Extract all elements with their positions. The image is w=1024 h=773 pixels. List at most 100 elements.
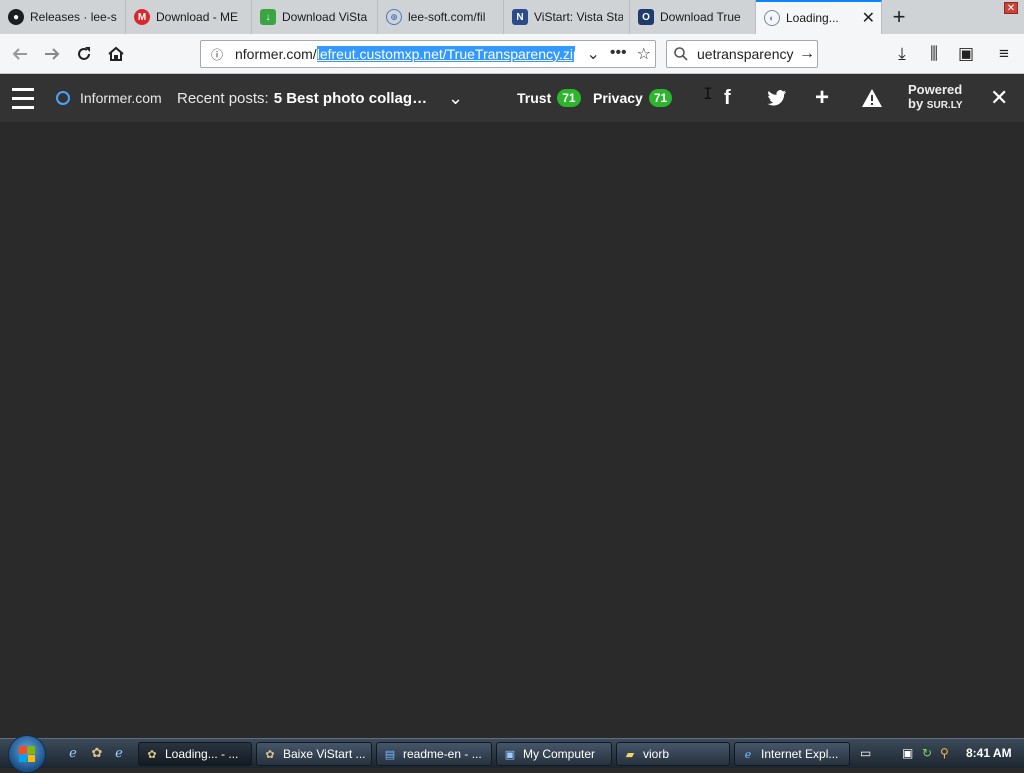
search-tray-icon[interactable]: ⚲ <box>940 746 949 760</box>
search-input[interactable]: uetransparency <box>697 46 797 62</box>
back-arrow-icon <box>12 48 27 60</box>
reload-button[interactable] <box>70 40 98 68</box>
tab-download-vistart[interactable]: ↓ Download ViSta <box>252 0 378 34</box>
warning-icon <box>862 89 882 107</box>
firefox-quicklaunch-icon[interactable]: ✿ <box>88 745 106 763</box>
network-tray-icon[interactable]: ▣ <box>902 746 913 760</box>
start-button[interactable] <box>8 735 46 773</box>
tab-loading[interactable]: ◐ Loading... ✕ <box>756 0 882 34</box>
facebook-share-button[interactable]: f <box>724 74 731 122</box>
taskbar-item-loading[interactable]: ✿ Loading... - ... <box>138 742 252 766</box>
privacy-score[interactable]: Privacy 71 <box>593 74 673 122</box>
taskbar-item-label: viorb <box>643 747 670 761</box>
taskbar-item-my-computer[interactable]: ▣ My Computer <box>496 742 612 766</box>
chevron-down-icon[interactable]: ⌄ <box>586 44 599 64</box>
downloads-button[interactable]: ⤓ <box>888 40 916 68</box>
search-bar[interactable]: uetransparency → <box>666 40 818 68</box>
taskbar-item-internet-explorer[interactable]: ℯ Internet Expl... <box>734 742 850 766</box>
url-selected: lefreut.customxp.net/TrueTransparency.zi… <box>316 46 575 62</box>
tab-download-true[interactable]: O Download True <box>630 0 756 34</box>
facebook-icon: f <box>724 86 731 109</box>
informer-site-link[interactable]: Informer.com <box>56 74 162 122</box>
close-tab-icon[interactable]: ✕ <box>862 8 875 28</box>
taskbar-item-baixe[interactable]: ✿ Baixe ViStart ... <box>256 742 372 766</box>
recent-posts-label: Recent posts: <box>177 89 269 107</box>
home-icon <box>108 46 124 61</box>
computer-icon: ▣ <box>504 748 516 761</box>
chevron-down-icon: ⌄ <box>448 87 464 108</box>
search-icon <box>674 47 688 61</box>
twitter-icon <box>767 90 786 106</box>
github-icon: ● <box>8 9 24 25</box>
sidebar-icon: ▣ <box>957 44 975 63</box>
window-close-icon[interactable]: ✕ <box>1004 2 1018 14</box>
taskbar-item-label: Loading... - ... <box>165 747 239 761</box>
powered-by-surly[interactable]: Powered by SUR.LY <box>908 74 963 122</box>
tab-label: Loading... <box>786 11 839 25</box>
globe-icon: ⊕ <box>386 9 402 25</box>
twitter-share-button[interactable] <box>767 74 787 122</box>
keyboard-tray-icon[interactable]: ▭ <box>860 746 871 760</box>
mega-icon: M <box>134 9 150 25</box>
taskbar-item-readme[interactable]: ▤ readme-en - ... <box>376 742 492 766</box>
back-button[interactable] <box>6 40 34 68</box>
taskbar-item-viorb[interactable]: ▰ viorb <box>616 742 730 766</box>
taskbar-item-label: Baixe ViStart ... <box>283 747 366 761</box>
ie-quicklaunch-icon[interactable]: ℯ <box>64 745 82 763</box>
url-bar-actions: ⌄ ••• ☆ <box>586 44 651 64</box>
clock[interactable]: 8:41 AM <box>966 746 1012 760</box>
forward-button[interactable] <box>38 40 66 68</box>
powered-label: Powered <box>908 82 963 97</box>
informer-icon: O <box>638 9 654 25</box>
more-actions-icon[interactable]: ••• <box>610 44 627 64</box>
trust-label: Trust <box>517 90 552 106</box>
close-informer-button[interactable]: ✕ <box>990 74 1008 122</box>
trust-badge: 71 <box>557 89 581 107</box>
recent-posts-dropdown[interactable]: ⌄ <box>448 74 463 122</box>
update-tray-icon[interactable]: ↻ <box>922 746 932 760</box>
taskbar-item-label: Internet Expl... <box>761 747 839 761</box>
recent-posts[interactable]: Recent posts: 5 Best photo collag… <box>177 74 427 122</box>
bookmark-star-icon[interactable]: ☆ <box>637 44 651 64</box>
library-button[interactable]: ⫼ <box>920 40 948 68</box>
new-tab-button[interactable]: + <box>882 0 916 34</box>
tab-label: lee-soft.com/fil <box>408 10 486 24</box>
windows-logo-icon <box>19 746 35 762</box>
tab-label: ViStart: Vista Sta <box>534 10 623 24</box>
url-text[interactable]: nformer.com/lefreut.customxp.net/TrueTra… <box>235 46 575 62</box>
trust-score[interactable]: Trust 71 <box>517 74 581 122</box>
menu-button[interactable]: ≡ <box>990 40 1018 68</box>
plus-icon: + <box>815 84 830 111</box>
navigation-bar: ⓘ nformer.com/lefreut.customxp.net/TrueT… <box>0 34 1024 74</box>
recent-post-title: 5 Best photo collag… <box>273 89 428 107</box>
privacy-label: Privacy <box>593 90 643 106</box>
tab-vistart[interactable]: N ViStart: Vista Sta <box>504 0 630 34</box>
tab-bar: ● Releases · lee-s M Download - ME ↓ Dow… <box>0 0 1024 34</box>
search-go-icon[interactable]: → <box>799 45 815 63</box>
library-icon: ⫼ <box>930 44 938 63</box>
informer-menu-button[interactable] <box>12 74 34 122</box>
tab-mega[interactable]: M Download - ME <box>126 0 252 34</box>
tab-label: Download - ME <box>156 10 239 24</box>
vistart-icon: N <box>512 9 528 25</box>
info-icon[interactable]: ⓘ <box>205 46 229 63</box>
surly-brand: SUR.LY <box>926 100 963 111</box>
firefox-icon: ✿ <box>265 748 275 761</box>
close-icon: ✕ <box>990 85 1009 110</box>
taskbar-item-label: My Computer <box>523 747 596 761</box>
add-button[interactable]: + <box>815 74 829 122</box>
sidebar-button[interactable]: ▣ <box>952 40 980 68</box>
url-bar[interactable]: ⓘ nformer.com/lefreut.customxp.net/TrueT… <box>200 40 656 68</box>
reload-icon <box>78 47 90 60</box>
tab-label: Download True <box>660 10 741 24</box>
loading-globe-icon: ◐ <box>764 10 780 26</box>
text-cursor-icon: I <box>703 84 713 103</box>
privacy-badge: 71 <box>648 89 673 107</box>
report-button[interactable] <box>861 74 883 122</box>
powered-by-line: by SUR.LY <box>908 96 963 112</box>
tab-lee-soft[interactable]: ⊕ lee-soft.com/fil <box>378 0 504 34</box>
home-button[interactable] <box>102 40 130 68</box>
site-name: Informer.com <box>80 90 162 106</box>
tab-releases[interactable]: ● Releases · lee-s <box>0 0 126 34</box>
ie-quicklaunch-icon-2[interactable]: ℯ <box>110 745 128 763</box>
